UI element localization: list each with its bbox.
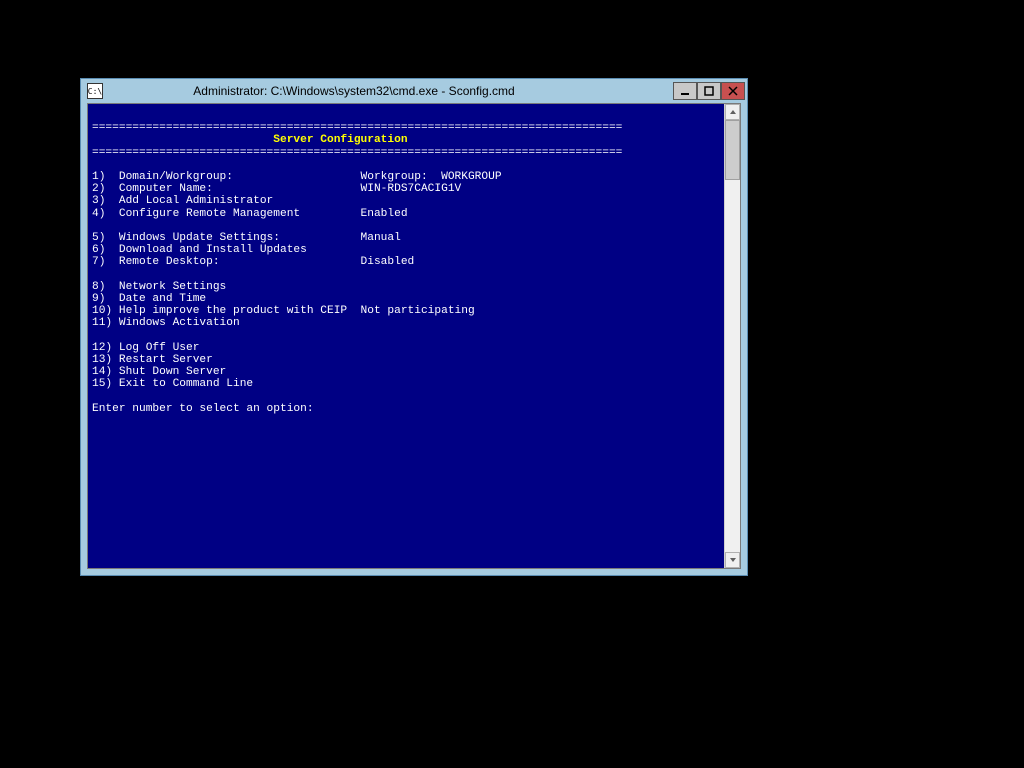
- menu-item[interactable]: 6) Download and Install Updates: [92, 244, 307, 256]
- prompt-text: Enter number to select an option:: [92, 403, 314, 415]
- close-button[interactable]: [721, 82, 745, 100]
- scroll-track[interactable]: [725, 120, 740, 552]
- console-header: Server Configuration: [92, 134, 622, 146]
- menu-item[interactable]: 4) Configure Remote Management Enabled: [92, 208, 408, 220]
- menu-item[interactable]: 1) Domain/Workgroup: Workgroup: WORKGROU…: [92, 171, 502, 183]
- client-area: ========================================…: [87, 103, 741, 569]
- menu-item[interactable]: 11) Windows Activation: [92, 317, 240, 329]
- menu-item[interactable]: 9) Date and Time: [92, 293, 206, 305]
- vertical-scrollbar[interactable]: [724, 104, 740, 568]
- chevron-up-icon: [729, 108, 737, 116]
- window-title: Administrator: C:\Windows\system32\cmd.e…: [111, 84, 673, 98]
- chevron-down-icon: [729, 556, 737, 564]
- menu-item[interactable]: 13) Restart Server: [92, 354, 213, 366]
- close-icon: [728, 86, 738, 96]
- maximize-icon: [704, 86, 714, 96]
- minimize-icon: [680, 86, 690, 96]
- console-output[interactable]: ========================================…: [88, 104, 724, 568]
- cmd-icon: C:\: [87, 83, 103, 99]
- menu-item[interactable]: 14) Shut Down Server: [92, 366, 226, 378]
- menu-item[interactable]: 7) Remote Desktop: Disabled: [92, 256, 414, 268]
- menu-item[interactable]: 8) Network Settings: [92, 281, 226, 293]
- menu-item[interactable]: 2) Computer Name: WIN-RDS7CACIG1V: [92, 183, 461, 195]
- scroll-thumb[interactable]: [725, 120, 740, 180]
- window-controls: [673, 82, 745, 100]
- minimize-button[interactable]: [673, 82, 697, 100]
- scroll-up-arrow[interactable]: [725, 104, 740, 120]
- menu-item[interactable]: 3) Add Local Administrator: [92, 195, 273, 207]
- menu-item[interactable]: 10) Help improve the product with CEIP N…: [92, 305, 475, 317]
- cmd-window: C:\ Administrator: C:\Windows\system32\c…: [80, 78, 748, 576]
- scroll-down-arrow[interactable]: [725, 552, 740, 568]
- menu-item[interactable]: 12) Log Off User: [92, 342, 199, 354]
- titlebar[interactable]: C:\ Administrator: C:\Windows\system32\c…: [81, 79, 747, 103]
- menu-item[interactable]: 5) Windows Update Settings: Manual: [92, 232, 401, 244]
- menu-item[interactable]: 15) Exit to Command Line: [92, 378, 253, 390]
- maximize-button[interactable]: [697, 82, 721, 100]
